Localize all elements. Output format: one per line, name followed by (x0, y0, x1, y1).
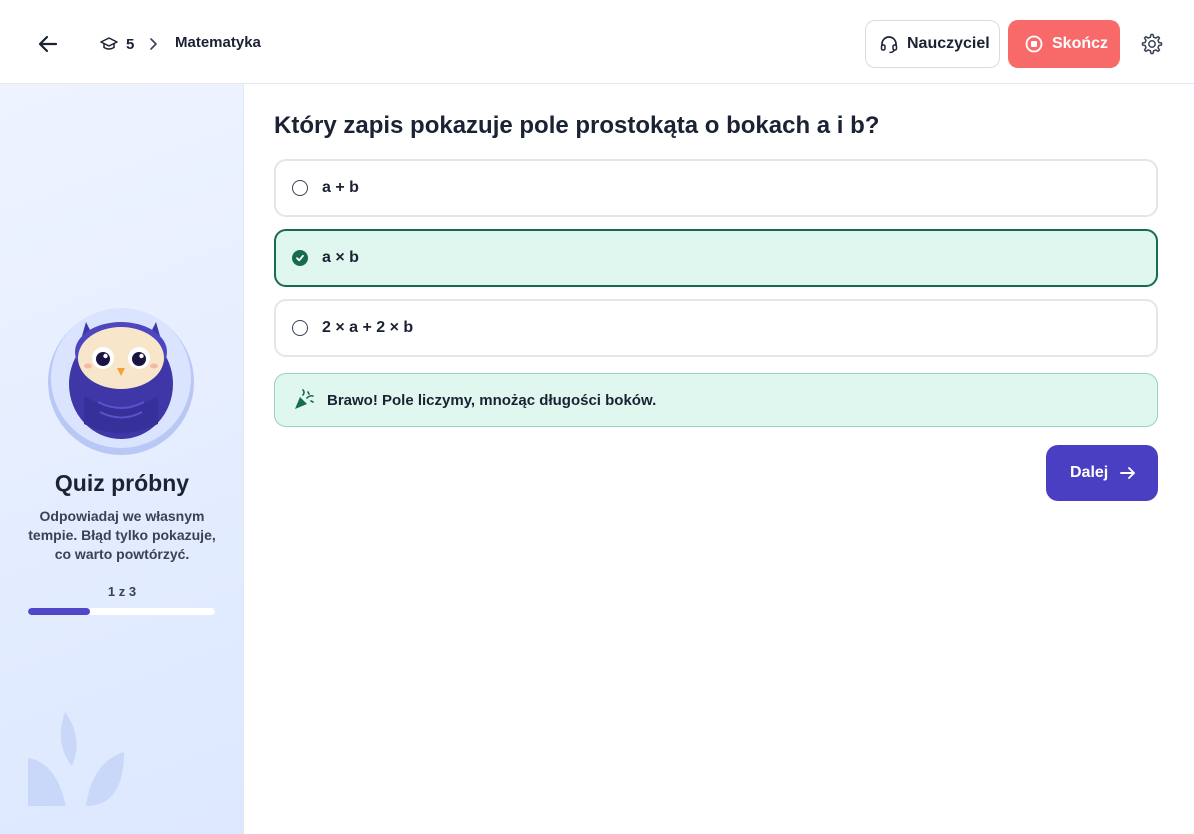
grade-indicator: 5 (100, 34, 134, 54)
question-text: Który zapis pokazuje pole prostokąta o b… (274, 112, 880, 139)
next-button-label: Dalej (1070, 464, 1109, 481)
sidebar: Quiz próbny Odpowiadaj we własnym tempie… (0, 84, 244, 834)
progress-bar (28, 608, 215, 615)
gear-icon[interactable] (1140, 32, 1164, 56)
answer-option-3[interactable]: 2 × a + 2 × b (274, 299, 1158, 357)
progress-label: 1 z 3 (107, 584, 137, 599)
feedback-text: Brawo! Pole liczymy, mnożąc długości bok… (327, 391, 657, 409)
chevron-right-icon (150, 38, 157, 50)
radio-button[interactable] (292, 180, 308, 196)
answer-label: 2 × a + 2 × b (322, 319, 414, 336)
answer-option-2[interactable]: a × b (274, 229, 1158, 287)
check-circle-icon[interactable] (292, 250, 308, 266)
owl-mascot (48, 302, 196, 460)
party-popper-icon (295, 389, 314, 409)
answer-label: a × b (322, 249, 359, 266)
graduation-cap-icon (100, 37, 118, 50)
radio-button[interactable] (292, 320, 308, 336)
quiz-description: Odpowiadaj we własnym tempie. Błąd tylko… (28, 508, 216, 562)
teacher-button-label: Nauczyciel (907, 35, 990, 52)
breadcrumb-subject[interactable]: Matematyka (175, 34, 261, 51)
arrow-right-icon (1120, 467, 1136, 479)
feedback-banner: Brawo! Pole liczymy, mnożąc długości bok… (274, 373, 1158, 427)
teacher-button[interactable]: Nauczyciel (865, 20, 1000, 68)
leaf-decoration-icon (28, 712, 124, 806)
grade-number: 5 (126, 35, 135, 53)
answer-option-1[interactable]: a + b (274, 159, 1158, 217)
stop-icon (1025, 35, 1043, 53)
back-button[interactable] (34, 30, 62, 58)
quiz-title: Quiz próbny (54, 470, 190, 496)
next-button[interactable]: Dalej (1046, 445, 1158, 501)
end-quiz-label: Skończ (1052, 35, 1109, 52)
end-quiz-button[interactable]: Skończ (1008, 20, 1120, 68)
top-bar: 5 Matematyka Nauczyciel Skończ (0, 0, 1194, 84)
progress-bar-fill (28, 608, 90, 615)
headset-icon (880, 36, 898, 54)
arrow-left-icon (38, 35, 58, 53)
answer-label: a + b (322, 179, 359, 196)
